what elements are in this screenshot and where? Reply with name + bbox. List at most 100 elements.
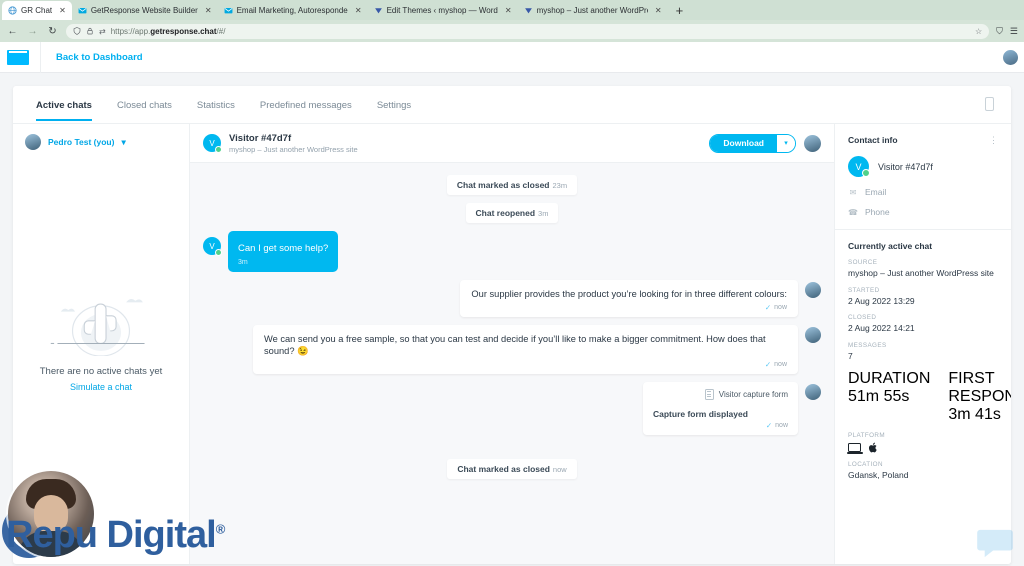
forward-icon[interactable]: → [26, 26, 39, 37]
download-button[interactable]: Download [710, 134, 777, 152]
message-time: now [774, 360, 787, 368]
browser-tab-title: Edit Themes ‹ myshop — Word [386, 6, 498, 15]
tab-close-icon[interactable]: ✕ [352, 6, 362, 15]
avatar [25, 134, 41, 150]
contact-info-header: Contact info ⋮ [848, 135, 998, 145]
download-dropdown-icon[interactable]: ▾ [777, 134, 795, 152]
assigned-agent-avatar[interactable] [804, 134, 821, 152]
visitor-source: myshop – Just another WordPress site [229, 144, 358, 154]
detail-value: 7 [848, 350, 853, 361]
system-message-chip: Chat marked as closed now [447, 458, 577, 479]
system-message: Chat marked as closed 23m [203, 175, 821, 195]
contact-info-panel: Contact info ⋮ V Visitor #47d7f ✉ Email … [834, 124, 1011, 564]
browser-tab-2[interactable]: GetResponse Website Builder ✕ [72, 1, 218, 20]
bookmark-star-icon[interactable]: ☆ [975, 27, 982, 36]
browser-tab-1[interactable]: GR Chat ✕ [2, 1, 72, 20]
browser-tab-5[interactable]: myshop – Just another WordPres ✕ [518, 1, 668, 20]
detail-key: MESSAGES [848, 341, 887, 349]
lock-icon [87, 27, 93, 35]
workspace: Pedro Test (you) ▾ There are no active c… [13, 124, 1011, 564]
simulate-chat-link[interactable]: Simulate a chat [70, 382, 132, 392]
address-bar[interactable]: ⇄ https://app.getresponse.chat/#/ ☆ [66, 23, 990, 39]
tab-close-icon[interactable]: ✕ [502, 6, 512, 15]
back-to-dashboard-link[interactable]: Back to Dashboard [56, 52, 143, 63]
delivered-check-icon: ✓ [764, 302, 772, 312]
system-message: Chat marked as closed now [203, 458, 821, 479]
chat-header-actions: Download ▾ [709, 133, 821, 153]
detail-key: STARTED [848, 286, 880, 294]
capture-form-body: Capture form displayed [653, 408, 748, 419]
globe-icon [8, 6, 17, 15]
capture-form-header: Visitor capture form [653, 388, 788, 400]
visitor-capture-form-card: Visitor capture form Capture form displa… [643, 381, 798, 435]
reload-icon[interactable]: ↻ [46, 26, 59, 37]
main-card: Active chats Closed chats Statistics Pre… [13, 86, 1011, 564]
tab-close-icon[interactable]: ✕ [56, 6, 66, 15]
apple-icon [869, 442, 877, 452]
message-meta: ✓ now [264, 360, 787, 369]
detail-source: SOURCE myshop – Just another WordPress s… [848, 259, 998, 279]
detail-value: 3m 41s [948, 405, 1001, 423]
wordpress-icon [374, 8, 382, 14]
registered-mark: ® [215, 521, 226, 537]
browser-tab-3[interactable]: Email Marketing, Autoresponder ✕ [218, 1, 368, 20]
section-tabs: Active chats Closed chats Statistics Pre… [13, 86, 1011, 124]
browser-toolbar: ← → ↻ ⇄ https://app.getresponse.chat/#/ … [0, 20, 1024, 42]
message-text: We can send you a free sample, so that y… [264, 333, 766, 357]
contact-info-title: Contact info [848, 135, 898, 145]
tab-close-icon[interactable]: ✕ [202, 6, 212, 15]
shield-toolbar-icon[interactable]: ⛉ [996, 26, 1003, 37]
detail-closed: CLOSED 2 Aug 2022 14:21 [848, 314, 998, 334]
detail-first-response: FIRST RESPONSE 3m 41s [948, 370, 1011, 424]
system-message-text: Chat marked as closed [456, 180, 550, 190]
browser-tab-title: GetResponse Website Builder [90, 6, 198, 15]
contact-phone-field[interactable]: ☎ Phone [848, 207, 998, 217]
agent-selector[interactable]: Pedro Test (you) ▾ [13, 124, 189, 160]
visitor-identity: Visitor #47d7f myshop – Just another Wor… [229, 133, 358, 154]
form-icon [704, 388, 714, 400]
visitor-name: Visitor #47d7f [229, 132, 292, 144]
detail-duration-response: DURATION 51m 55s FIRST RESPONSE 3m 41s [848, 370, 1011, 424]
system-message-chip: Chat marked as closed 23m [446, 175, 578, 195]
browser-tab-4[interactable]: Edit Themes ‹ myshop — Word ✕ [368, 1, 518, 20]
detail-messages: MESSAGES 7 [848, 342, 998, 362]
kebab-menu-icon[interactable]: ⋮ [989, 136, 998, 145]
agent-name: Pedro Test (you) [48, 137, 115, 147]
tab-close-icon[interactable]: ✕ [652, 6, 662, 15]
laptop-icon [846, 442, 863, 454]
browser-tab-title: myshop – Just another WordPres [536, 6, 648, 15]
watermark: Repu Digital® [6, 516, 226, 554]
agent-message-bubble: Our supplier provides the product you’re… [460, 280, 798, 317]
contact-email-field[interactable]: ✉ Email [848, 187, 998, 197]
menu-icon[interactable]: ☰ [1010, 26, 1018, 37]
detail-value: myshop – Just another WordPress site [848, 268, 994, 278]
new-tab-button[interactable]: + [668, 1, 692, 20]
divider [835, 229, 1011, 230]
header-user-avatar[interactable] [1003, 50, 1018, 65]
browser-tabstrip: GR Chat ✕ GetResponse Website Builder ✕ … [0, 0, 1024, 20]
capture-form-title: Visitor capture form [718, 389, 788, 399]
shield-icon [73, 27, 81, 35]
envelope-icon [78, 7, 87, 14]
tab-settings[interactable]: Settings [377, 89, 411, 121]
header-divider [40, 41, 41, 73]
system-message-time: 3m [538, 209, 549, 218]
agent-message-bubble: We can send you a free sample, so that y… [253, 324, 798, 374]
messages-list: Chat marked as closed 23m Chat reopened 3m… [190, 163, 834, 564]
getresponse-logo-icon[interactable] [7, 49, 29, 65]
visitor-avatar: V [203, 237, 222, 256]
download-button-group[interactable]: Download ▾ [709, 133, 796, 153]
chat-column: V Visitor #47d7f myshop – Just another W… [190, 124, 834, 564]
tab-statistics[interactable]: Statistics [197, 89, 235, 121]
tab-active-chats[interactable]: Active chats [36, 89, 92, 121]
mobile-preview-icon[interactable] [985, 97, 994, 111]
browser-chrome: GR Chat ✕ GetResponse Website Builder ✕ … [0, 0, 1024, 42]
chat-widget-bubble[interactable] [976, 528, 1014, 558]
contact-name: Visitor #47d7f [878, 161, 933, 172]
back-icon[interactable]: ← [6, 26, 19, 37]
system-message-text: Chat marked as closed [457, 463, 550, 474]
tab-predefined-messages[interactable]: Predefined messages [260, 89, 352, 121]
browser-tab-title: GR Chat [21, 6, 53, 15]
chat-header: V Visitor #47d7f myshop – Just another W… [190, 124, 834, 163]
tab-closed-chats[interactable]: Closed chats [117, 89, 172, 121]
